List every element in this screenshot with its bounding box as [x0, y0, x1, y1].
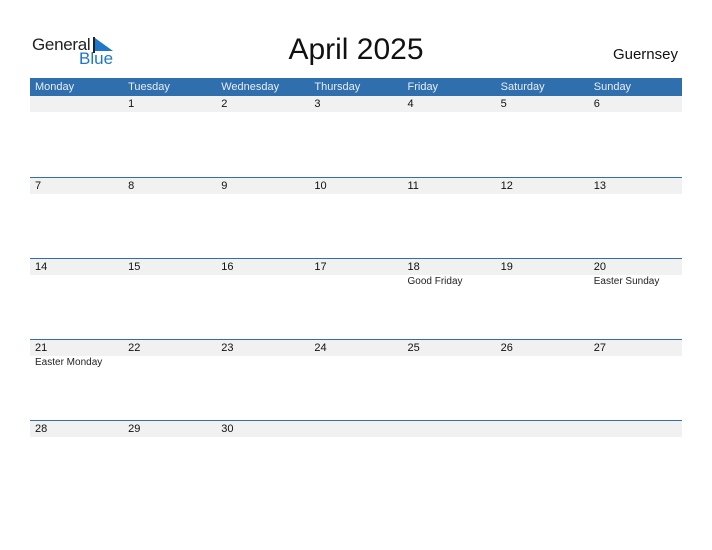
- day-cell: 30: [216, 421, 309, 437]
- day-cell: 13: [589, 178, 682, 194]
- day-cell: 3: [309, 96, 402, 112]
- day-number: 1: [128, 98, 135, 110]
- week-row: 28 29 30: [30, 420, 682, 501]
- week-cells: 14 15 16 17 18 Good Friday 19 20 Easter Sunday: [30, 259, 682, 289]
- day-number: 12: [500, 180, 513, 192]
- day-cell: 28: [30, 421, 123, 437]
- weekday-wednesday: Wednesday: [221, 81, 280, 93]
- day-cell: 7: [30, 178, 123, 194]
- day-cell: 6: [589, 96, 682, 112]
- day-cell: 22: [123, 340, 216, 370]
- weekday-tuesday: Tuesday: [128, 81, 170, 93]
- day-cell: 25: [403, 340, 496, 370]
- day-number: 10: [314, 180, 327, 192]
- week-cells: 21 Easter Monday 22 23 24 25 26 27: [30, 340, 682, 370]
- day-number: 3: [314, 98, 321, 110]
- day-cell: 12: [496, 178, 589, 194]
- day-cell: 24: [309, 340, 402, 370]
- day-cell: 27: [589, 340, 682, 370]
- day-number: 2: [221, 98, 228, 110]
- day-cell: 23: [216, 340, 309, 370]
- calendar-grid: Monday Tuesday Wednesday Thursday Friday…: [30, 78, 682, 501]
- day-cell: [496, 421, 589, 437]
- day-number: 5: [500, 98, 507, 110]
- day-number: 21: [35, 342, 48, 354]
- day-cell: 4: [403, 96, 496, 112]
- day-number: 8: [128, 180, 135, 192]
- day-number: 9: [221, 180, 228, 192]
- day-cell: 9: [216, 178, 309, 194]
- day-number: 22: [128, 342, 141, 354]
- day-number: 7: [35, 180, 42, 192]
- day-number: 26: [500, 342, 513, 354]
- day-cell: 29: [123, 421, 216, 437]
- day-number: 25: [407, 342, 420, 354]
- day-number: [594, 421, 682, 437]
- week-cells: 7 8 9 10 11 12 13: [30, 178, 682, 194]
- day-cell: 5: [496, 96, 589, 112]
- day-cell: 11: [403, 178, 496, 194]
- day-cell: 15: [123, 259, 216, 289]
- day-cell: 8: [123, 178, 216, 194]
- day-cell: 17: [309, 259, 402, 289]
- week-row: 1 2 3 4 5 6: [30, 96, 682, 177]
- day-number: 6: [593, 98, 600, 110]
- day-number: 24: [314, 342, 327, 354]
- day-cell: 2: [216, 96, 309, 112]
- day-cell: [589, 421, 682, 437]
- day-cell: [403, 421, 496, 437]
- day-number: 29: [128, 423, 141, 435]
- day-number: 11: [407, 180, 419, 192]
- day-cell: 20 Easter Sunday: [589, 259, 682, 289]
- day-cell: [30, 96, 123, 112]
- weeks-container: 1 2 3 4 5 6 7 8 9 10 11 12 13 14 15 16 17 18 Good Friday 19…: [30, 96, 682, 501]
- day-number: [35, 96, 123, 112]
- day-cell: 18 Good Friday: [403, 259, 496, 289]
- day-number: 19: [500, 261, 513, 273]
- day-number: 17: [314, 261, 327, 273]
- week-row: 21 Easter Monday 22 23 24 25 26 27: [30, 339, 682, 420]
- day-cell: 10: [309, 178, 402, 194]
- weekday-monday: Monday: [35, 81, 75, 93]
- day-number: [408, 421, 496, 437]
- day-number: [501, 421, 589, 437]
- day-number: 20: [593, 261, 606, 273]
- weekday-friday: Friday: [407, 81, 439, 93]
- day-number: 4: [407, 98, 414, 110]
- day-cell: [309, 421, 402, 437]
- day-number: 16: [221, 261, 234, 273]
- page-title: April 2025: [288, 33, 424, 66]
- day-number: 18: [407, 261, 420, 273]
- day-number: 14: [35, 261, 48, 273]
- holiday-label: Good Friday: [407, 276, 463, 287]
- weekday-saturday: Saturday: [500, 81, 545, 93]
- day-number: 27: [593, 342, 606, 354]
- day-cell: 16: [216, 259, 309, 289]
- day-cell: 14: [30, 259, 123, 289]
- week-row: 14 15 16 17 18 Good Friday 19 20 Easter Sunday: [30, 258, 682, 339]
- day-number: 30: [221, 423, 234, 435]
- day-number: 13: [593, 180, 606, 192]
- weekday-sunday: Sunday: [593, 81, 632, 93]
- day-number: 15: [128, 261, 141, 273]
- day-number: [314, 421, 402, 437]
- country-label: Guernsey: [612, 46, 678, 63]
- week-cells: 28 29 30: [30, 421, 682, 437]
- holiday-label: Easter Monday: [35, 357, 103, 368]
- day-cell: 26: [496, 340, 589, 370]
- holiday-label: Easter Sunday: [593, 276, 660, 287]
- day-number: 28: [35, 423, 48, 435]
- day-cell: 1: [123, 96, 216, 112]
- weekday-thursday: Thursday: [314, 81, 361, 93]
- weekday-header-row: Monday Tuesday Wednesday Thursday Friday…: [30, 78, 682, 96]
- day-cell: 21 Easter Monday: [30, 340, 123, 370]
- day-number: 23: [221, 342, 234, 354]
- week-cells: 1 2 3 4 5 6: [30, 96, 682, 112]
- day-cell: 19: [496, 259, 589, 289]
- week-row: 7 8 9 10 11 12 13: [30, 177, 682, 258]
